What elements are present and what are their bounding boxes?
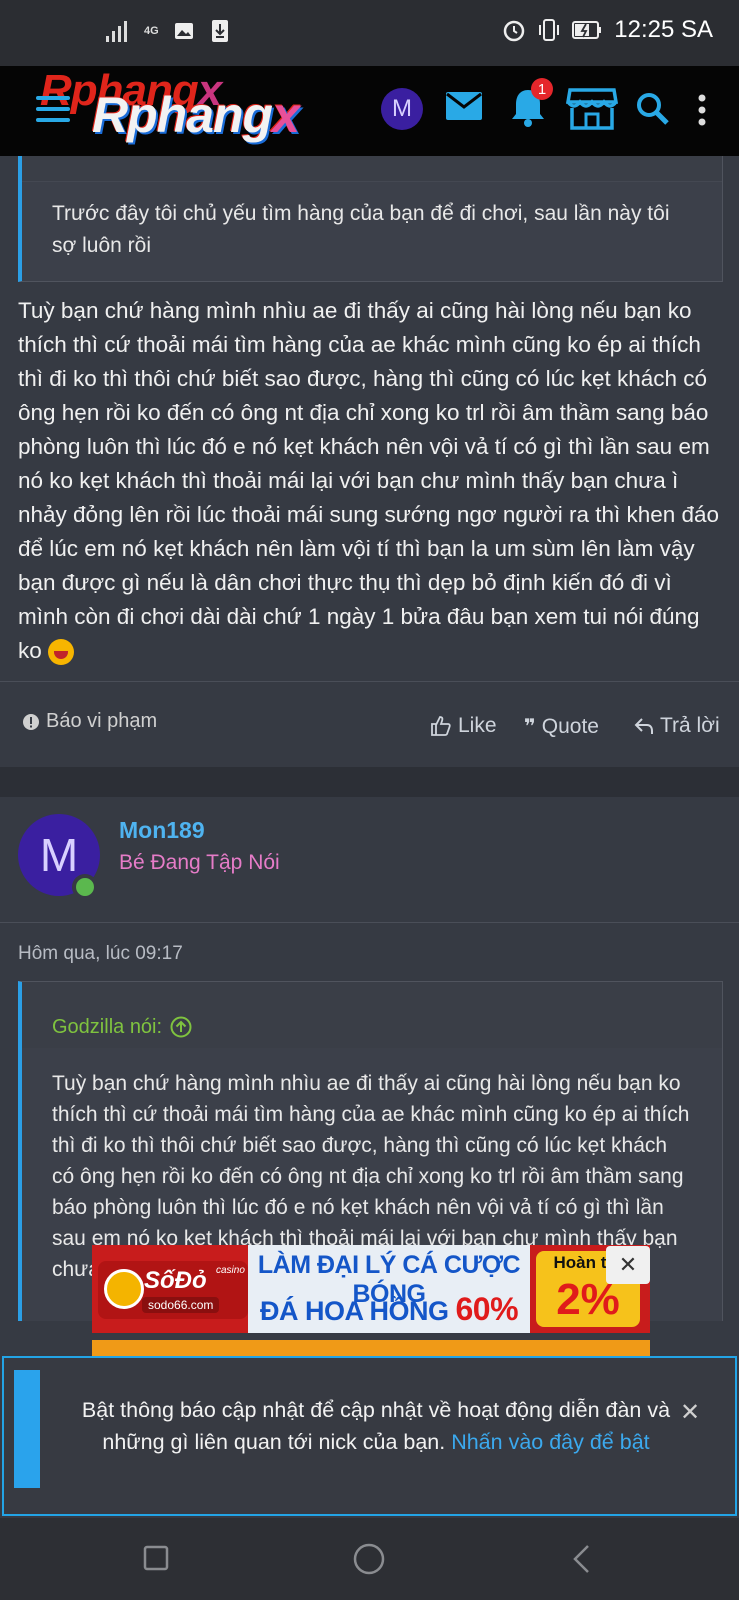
quote-icon: ❞ <box>524 716 536 738</box>
quote-button[interactable]: ❞ Quote <box>524 714 599 739</box>
laughing-emoji-icon <box>48 639 75 666</box>
search-icon[interactable] <box>636 92 670 126</box>
home-icon[interactable] <box>352 1542 386 1576</box>
close-icon[interactable]: ✕ <box>680 1398 700 1427</box>
quote-text: Trước đây tôi chủ yếu tìm hàng của bạn đ… <box>52 202 670 257</box>
report-button[interactable]: Báo vi phạm <box>22 710 157 733</box>
more-options-icon[interactable] <box>696 94 708 126</box>
ad-brand: SốĐỏ <box>144 1267 207 1294</box>
notice-accent <box>14 1370 40 1488</box>
ad-banner[interactable]: SốĐỏ casino sodo66.com LÀM ĐẠI LÝ CÁ CƯỢ… <box>92 1245 650 1333</box>
ad-close-button[interactable]: ✕ <box>606 1246 650 1284</box>
recent-apps-icon[interactable] <box>142 1544 170 1572</box>
clock: 12:25 SA <box>614 16 713 43</box>
enable-notifications-link[interactable]: Nhấn vào đây để bật <box>451 1430 649 1454</box>
username-link[interactable]: Mon189 <box>119 817 205 844</box>
ad-message: LÀM ĐẠI LÝ CÁ CƯỢC BÓNG ĐÁ HOA HỒNG 60% <box>248 1245 530 1333</box>
post-body-text: Tuỳ bạn chứ hàng mình nhìu ae đi thấy ai… <box>18 298 720 663</box>
menu-icon[interactable] <box>36 96 70 122</box>
report-label: Báo vi phạm <box>46 710 158 732</box>
system-nav-bar <box>0 1518 739 1600</box>
battery-icon <box>572 21 602 39</box>
quote-author: Godzilla nói: <box>52 1015 163 1038</box>
notification-badge: 1 <box>531 78 553 100</box>
status-bar: 4G 12:25 SA <box>0 0 739 66</box>
warning-icon <box>23 713 39 730</box>
ad-domain: sodo66.com <box>142 1297 220 1313</box>
arrow-up-circle-icon[interactable] <box>170 1016 192 1038</box>
thumbs-up-icon <box>431 716 451 736</box>
quote-block: Trước đây tôi chủ yếu tìm hàng của bạn đ… <box>18 156 723 282</box>
download-icon <box>211 20 228 42</box>
reply-icon <box>634 718 653 734</box>
store-icon[interactable] <box>566 86 618 132</box>
mail-icon[interactable] <box>444 90 484 122</box>
alarm-icon <box>504 20 525 42</box>
push-notification-prompt: Bật thông báo cập nhật để cập nhật về ho… <box>2 1356 737 1516</box>
app-header: Rphangx Rphangx M 1 <box>0 66 739 156</box>
ad-line-2: ĐÁ HOA HỒNG 60% <box>259 1291 519 1327</box>
back-icon[interactable] <box>570 1544 594 1574</box>
quote-label: Quote <box>541 714 599 738</box>
post-timestamp[interactable]: Hôm qua, lúc 09:17 <box>18 943 183 965</box>
header-avatar[interactable]: M <box>381 88 423 130</box>
post-separator <box>0 767 739 797</box>
signal-icon <box>106 21 127 42</box>
network-type-icon: 4G <box>144 24 159 37</box>
reply-button[interactable]: Trả lời <box>634 714 720 738</box>
notice-message: Bật thông báo cập nhật để cập nhật về ho… <box>66 1394 686 1458</box>
vibrate-icon <box>539 19 560 41</box>
ad-logo: SốĐỏ casino sodo66.com <box>98 1261 248 1319</box>
like-button[interactable]: Like <box>430 714 497 738</box>
post-body: Tuỳ bạn chứ hàng mình nhìu ae đi thấy ai… <box>18 294 723 668</box>
online-status-icon <box>72 874 98 900</box>
reply-label: Trả lời <box>660 714 720 737</box>
quote-author-link[interactable]: Godzilla nói: <box>22 982 722 1048</box>
quote-header <box>22 156 722 182</box>
user-title: Bé Đang Tập Nói <box>119 851 280 874</box>
post-actions: Báo vi phạm Like ❞ Quote Trả lời <box>0 681 739 767</box>
ad-brand-tag: casino <box>216 1265 245 1276</box>
image-icon <box>174 23 193 39</box>
like-label: Like <box>458 714 497 737</box>
divider <box>0 922 739 923</box>
site-logo[interactable]: Rphangx Rphangx <box>36 66 356 152</box>
